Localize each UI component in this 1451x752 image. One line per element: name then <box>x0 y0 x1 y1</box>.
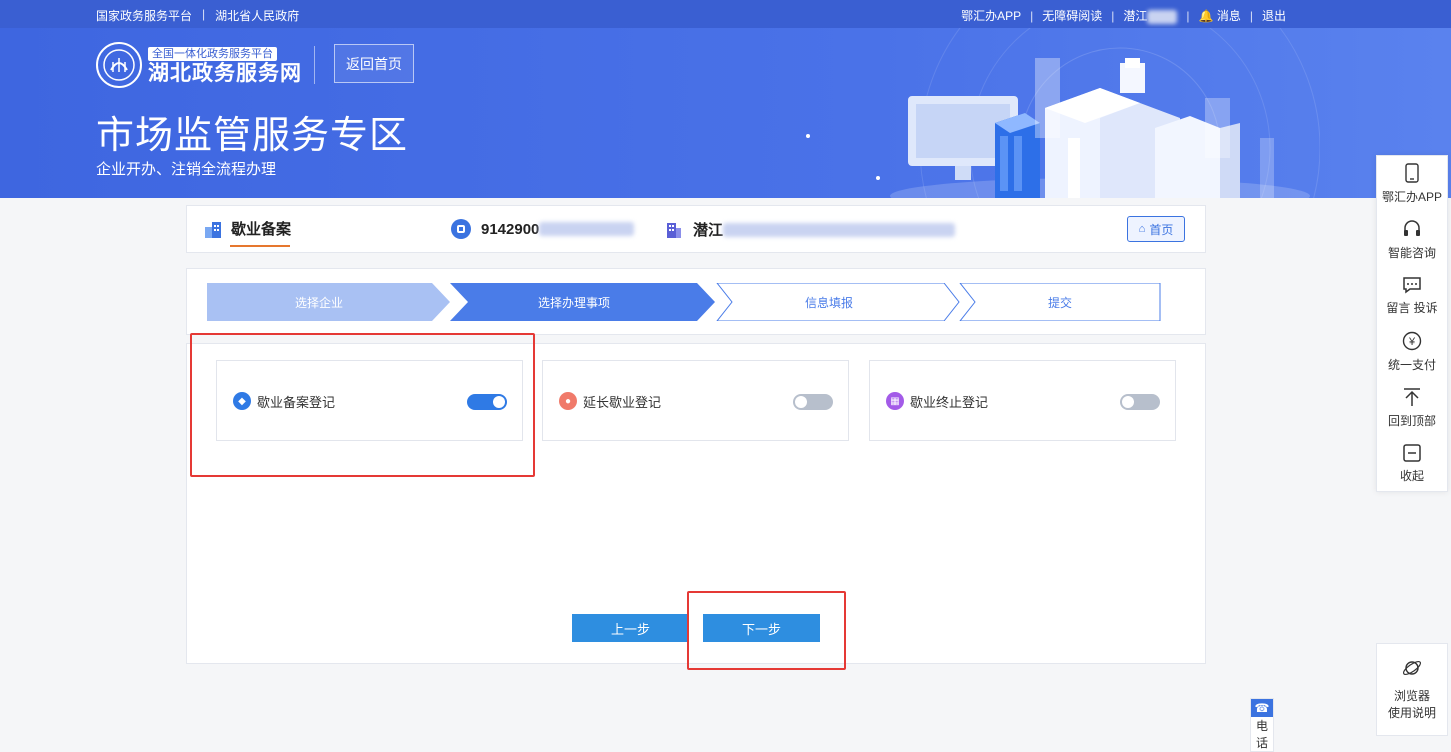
company-icon <box>667 222 681 238</box>
page-title: 市场监管服务专区 <box>96 115 409 157</box>
prev-step-button[interactable]: 上一步 <box>572 614 689 642</box>
redacted-text <box>723 222 956 237</box>
side-item-label: 智能咨询 <box>1387 246 1436 260</box>
building-icon <box>205 221 221 238</box>
option-card-extend-suspension[interactable]: ● 延长歇业登记 <box>542 360 849 441</box>
company-name: 潜江 <box>665 219 956 240</box>
city-illustration <box>806 28 1320 198</box>
bell-icon: 🔔 <box>1198 9 1214 23</box>
side-item-collapse[interactable]: 收起 <box>1377 436 1447 492</box>
steps-graphic: 选择企业 选择办理事项 信息填报 提交 <box>207 283 1161 321</box>
browser-icon <box>1402 658 1422 681</box>
side-item-payment[interactable]: ¥ 统一支付 <box>1377 324 1447 380</box>
step-4-label: 提交 <box>1048 295 1072 310</box>
svg-text:¥: ¥ <box>1408 336 1416 348</box>
site-logo[interactable]: 全国一体化政务服务平台 湖北政务服务网 <box>96 42 302 88</box>
side-item-top[interactable]: 回到顶部 <box>1377 380 1447 436</box>
message-icon <box>1402 276 1422 299</box>
to-top-icon <box>1402 387 1422 412</box>
toggle-knob <box>795 396 807 408</box>
side-item-label: 收起 <box>1399 469 1424 483</box>
divider: | <box>1186 8 1190 23</box>
phone-icon <box>1405 163 1419 188</box>
side-item-label: 鄂汇办APP <box>1381 190 1442 204</box>
highlight-box <box>190 333 535 477</box>
option-label: 歇业终止登记 <box>910 395 989 410</box>
divider: | <box>1111 8 1115 23</box>
page-subtitle: 企业开办、注销全流程办理 <box>96 161 277 178</box>
collapse-icon <box>1403 444 1421 467</box>
side-item-label: 留言 投诉 <box>1386 301 1438 315</box>
logo-name: 湖北政务服务网 <box>148 62 302 85</box>
side-item-label: 统一支付 <box>1387 358 1436 372</box>
company-name-value: 潜江 <box>693 222 724 239</box>
toggle-knob <box>1122 396 1134 408</box>
highlight-box <box>687 591 846 670</box>
side-item-app[interactable]: 鄂汇办APP <box>1377 156 1447 212</box>
browser-help-button[interactable]: 浏览器 使用说明 <box>1376 643 1448 736</box>
phone-label-2: 话 <box>1255 736 1268 750</box>
divider: | <box>1030 8 1034 23</box>
phone-contact-tab[interactable]: ☎ 电 话 <box>1250 698 1274 752</box>
side-item-label: 回到顶部 <box>1387 414 1436 428</box>
headset-icon <box>1402 219 1422 244</box>
divider: | <box>202 7 206 21</box>
emblem-icon <box>96 42 142 88</box>
redacted-text <box>539 222 635 236</box>
national-platform-link[interactable]: 国家政务服务平台 <box>96 7 192 24</box>
step-progress: 选择企业 选择办理事项 信息填报 提交 <box>186 268 1206 335</box>
option-toggle[interactable] <box>793 394 833 410</box>
option-label: 延长歇业登记 <box>583 395 662 410</box>
user-name[interactable]: 潜江 <box>1123 7 1178 24</box>
header-banner: 全国一体化政务服务平台 湖北政务服务网 返回首页 市场监管服务专区 企业开办、注… <box>0 28 1451 198</box>
step-2-label: 选择办理事项 <box>538 295 610 310</box>
yuan-icon: ¥ <box>1402 331 1422 356</box>
accessible-reading-link[interactable]: 无障碍阅读 <box>1042 7 1102 24</box>
app-link[interactable]: 鄂汇办APP <box>961 7 1021 24</box>
tab-suspension-filing[interactable]: 歇业备案 <box>203 218 292 247</box>
id-card-icon <box>451 219 471 239</box>
option-toggle[interactable] <box>1120 394 1160 410</box>
top-bar: 国家政务服务平台 | 湖北省人民政府 鄂汇办APP | 无障碍阅读 | 潜江 |… <box>0 0 1451 28</box>
credit-code-value: 9142900 <box>481 220 540 238</box>
home-icon: ⌂ <box>1138 223 1146 235</box>
redacted-text <box>1147 9 1178 24</box>
message-label: 消息 <box>1216 9 1241 23</box>
help-line-1: 浏览器 <box>1393 689 1430 703</box>
divider: | <box>1249 8 1253 23</box>
side-toolbar: 鄂汇办APP 智能咨询 留言 投诉 ¥ 统一支付 回到顶部 收起 <box>1376 155 1448 492</box>
phone-label-1: 电 <box>1255 719 1268 733</box>
step-3-label: 信息填报 <box>805 295 853 310</box>
home-label: 首页 <box>1149 222 1174 237</box>
province-gov-link[interactable]: 湖北省人民政府 <box>215 7 299 24</box>
back-home-button[interactable]: 返回首页 <box>334 44 414 83</box>
side-item-feedback[interactable]: 留言 投诉 <box>1377 268 1447 324</box>
step-1-label: 选择企业 <box>295 295 343 310</box>
active-underline <box>230 245 290 247</box>
home-button[interactable]: ⌂ 首页 <box>1127 216 1185 242</box>
message-link[interactable]: 🔔 消息 <box>1199 7 1241 24</box>
business-info-bar: 歇业备案 9142900 潜江 ⌂ 首页 <box>186 205 1206 253</box>
side-item-consult[interactable]: 智能咨询 <box>1377 212 1447 268</box>
help-line-2: 使用说明 <box>1387 706 1436 720</box>
logo-tagline: 全国一体化政务服务平台 <box>148 47 277 61</box>
option-card-end-suspension[interactable]: ▦ 歇业终止登记 <box>869 360 1176 441</box>
logout-link[interactable]: 退出 <box>1262 7 1286 24</box>
credit-code: 9142900 <box>451 219 635 239</box>
calendar-icon: ▦ <box>886 392 904 410</box>
tab-label: 歇业备案 <box>231 221 292 238</box>
person-icon: ● <box>559 392 577 410</box>
divider <box>314 46 315 84</box>
telephone-icon: ☎ <box>1251 699 1273 717</box>
user-name-prefix: 潜江 <box>1123 9 1148 23</box>
